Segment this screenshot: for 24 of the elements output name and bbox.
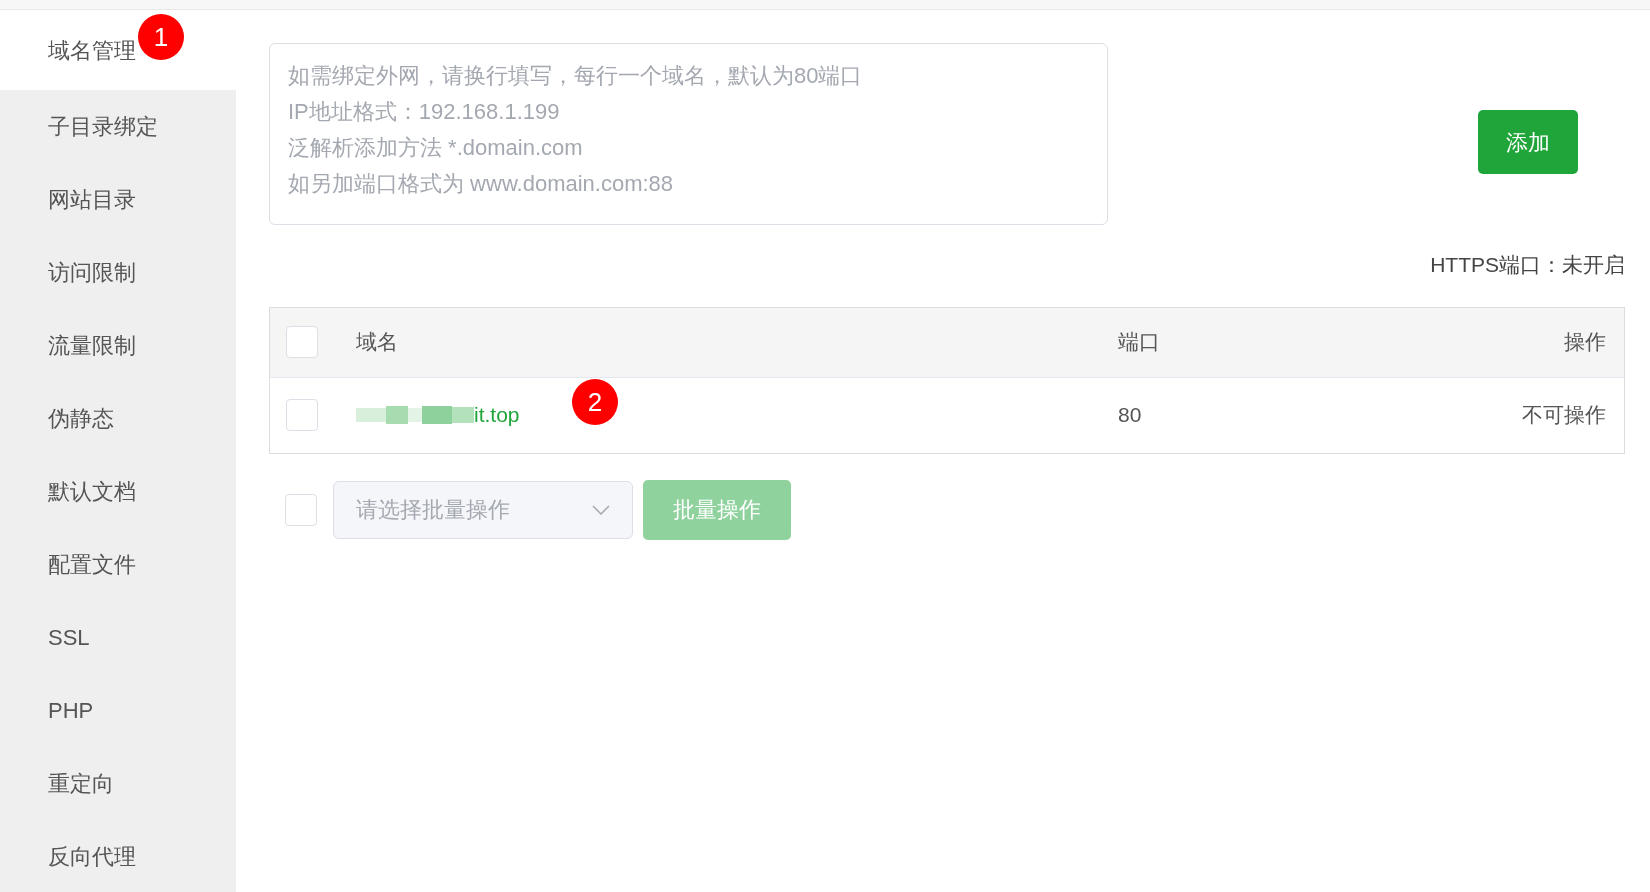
sidebar-item[interactable]: SSL — [0, 601, 236, 674]
annotation-marker: 2 — [572, 379, 618, 425]
table-cell: 80 — [1118, 403, 1142, 427]
column-header: 操作 — [1564, 330, 1606, 354]
sidebar-item[interactable]: 流量限制 — [0, 309, 236, 382]
checkbox[interactable] — [285, 493, 317, 526]
checkbox[interactable] — [286, 326, 318, 358]
checkbox[interactable] — [286, 399, 318, 431]
sidebar-item[interactable]: 配置文件 — [0, 528, 236, 601]
sidebar-item[interactable]: 网站目录 — [0, 163, 236, 236]
sidebar-item[interactable]: PHP — [0, 674, 236, 747]
sidebar-item[interactable]: 反向代理 — [0, 820, 236, 892]
https-port-status: HTTPS端口：未开启 — [1430, 252, 1625, 278]
column-header: 端口 — [1118, 330, 1160, 354]
domain-input-field[interactable]: 如需绑定外网，请换行填写，每行一个域名，默认为80端口 IP地址格式：192.168.1.199 泛解析添加方法 *.domain.com 如另加端口格式为 www.domain.com:88 — [269, 43, 1108, 225]
chevron-down-icon — [592, 504, 610, 515]
sidebar-item[interactable]: 子目录绑定 — [0, 90, 236, 163]
column-header: 域名 — [356, 329, 398, 356]
sidebar-item[interactable]: 默认文档 — [0, 455, 236, 528]
select-placeholder: 请选择批量操作 — [356, 496, 510, 524]
table-cell: 不可操作 — [1522, 403, 1606, 427]
sidebar-item[interactable]: 访问限制 — [0, 236, 236, 309]
sidebar-item[interactable]: 伪静态 — [0, 382, 236, 455]
sidebar-item[interactable]: 重定向 — [0, 747, 236, 820]
